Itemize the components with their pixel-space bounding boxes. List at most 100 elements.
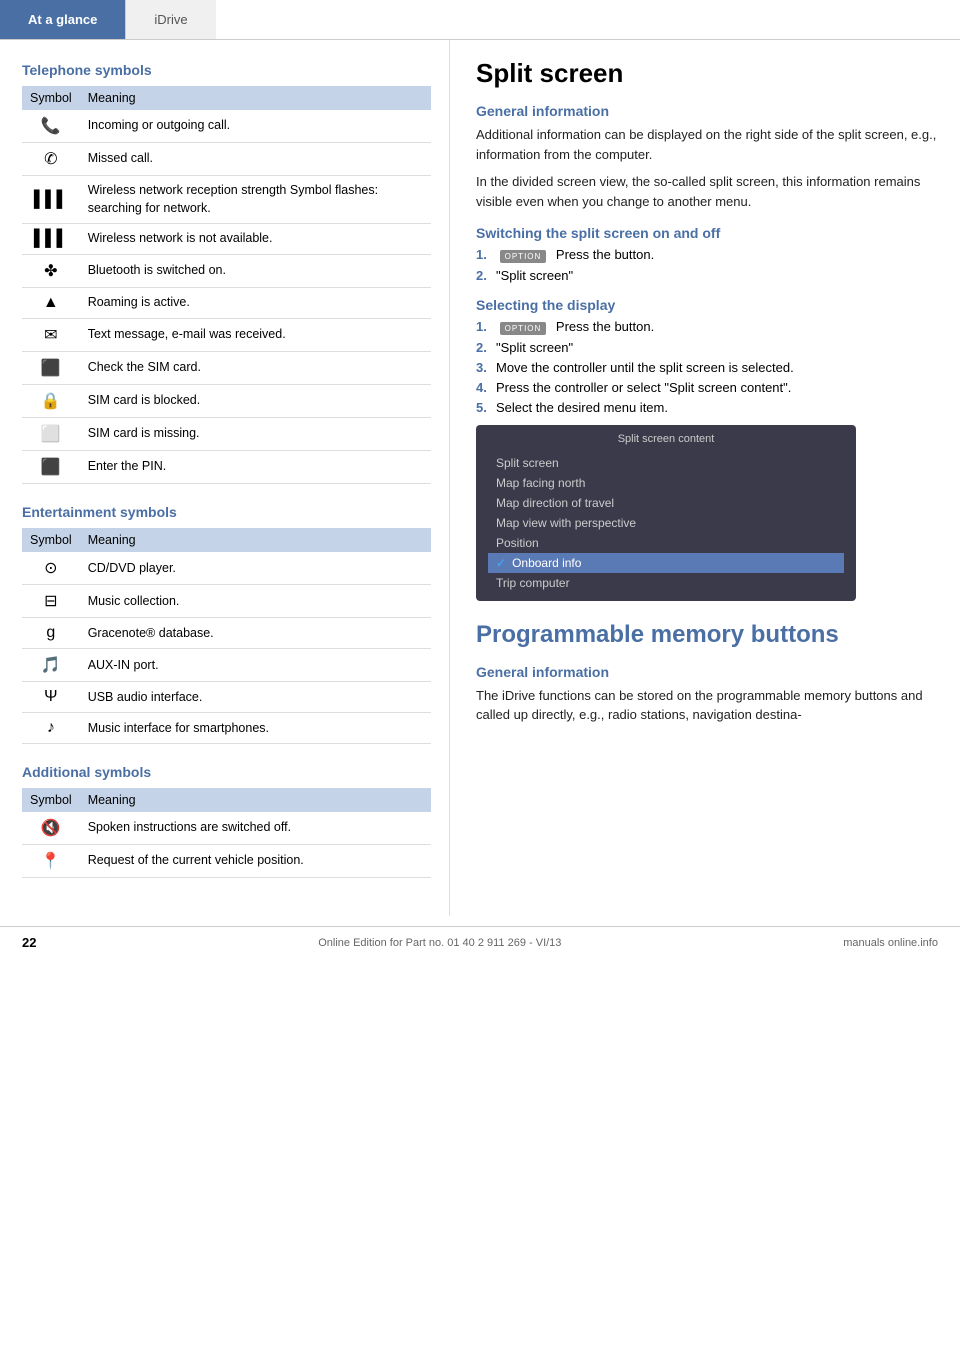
table-row: ⬜SIM card is missing.: [22, 418, 431, 451]
table-row: ⊟Music collection.: [22, 585, 431, 618]
symbol-cell: 📍: [22, 845, 80, 878]
screenshot-menu-item: Map direction of travel: [488, 493, 844, 513]
split-general-info-text2: In the divided screen view, the so-calle…: [476, 172, 938, 211]
meaning-cell: Music interface for smartphones.: [80, 713, 431, 744]
screenshot-menu-item: Position: [488, 533, 844, 553]
meaning-cell: Enter the PIN.: [80, 451, 431, 484]
tab-idrive[interactable]: iDrive: [125, 0, 215, 39]
split-general-info-title: General information: [476, 103, 938, 119]
screenshot-menu-item: Map facing north: [488, 473, 844, 493]
table-row: ▲Roaming is active.: [22, 288, 431, 319]
meaning-cell: Bluetooth is switched on.: [80, 255, 431, 288]
sel-step5-text: Select the desired menu item.: [496, 400, 668, 415]
table-row: 📞Incoming or outgoing call.: [22, 110, 431, 143]
symbol-cell: ♪: [22, 713, 80, 744]
footer: 22 Online Edition for Part no. 01 40 2 9…: [0, 926, 960, 958]
symbol-cell: ⊟: [22, 585, 80, 618]
symbol-cell: ✆: [22, 143, 80, 176]
table-row: ▌▌▌Wireless network reception strength S…: [22, 176, 431, 224]
meaning-cell: Check the SIM card.: [80, 352, 431, 385]
screenshot-menu-item: Split screen: [488, 453, 844, 473]
sel-step-3: 3. Move the controller until the split s…: [476, 360, 938, 375]
programmable-title: Programmable memory buttons: [476, 621, 938, 650]
symbol-cell: ⬜: [22, 418, 80, 451]
sel-step-2: 2. "Split screen": [476, 340, 938, 355]
table-row: ✉Text message, e-mail was received.: [22, 319, 431, 352]
switch-step1-text: Press the button.: [556, 247, 654, 262]
switching-steps: 1. OPTION Press the button. 2. "Split sc…: [476, 247, 938, 283]
sel-step3-text: Move the controller until the split scre…: [496, 360, 794, 375]
meaning-cell: CD/DVD player.: [80, 552, 431, 585]
symbol-cell: Ψ: [22, 682, 80, 713]
tab-at-a-glance[interactable]: At a glance: [0, 0, 125, 39]
meaning-cell: Wireless network is not available.: [80, 224, 431, 255]
ent-col-meaning: Meaning: [80, 528, 431, 552]
table-row: ΨUSB audio interface.: [22, 682, 431, 713]
screenshot-items: Split screenMap facing northMap directio…: [488, 453, 844, 593]
meaning-cell: SIM card is missing.: [80, 418, 431, 451]
split-general-info-text1: Additional information can be displayed …: [476, 125, 938, 164]
meaning-cell: AUX-IN port.: [80, 649, 431, 682]
meaning-cell: Wireless network reception strength Symb…: [80, 176, 431, 224]
switch-step-1: 1. OPTION Press the button.: [476, 247, 938, 263]
prog-general-info-text: The iDrive functions can be stored on th…: [476, 686, 938, 725]
tab-at-a-glance-label: At a glance: [28, 12, 97, 27]
symbol-cell: 📞: [22, 110, 80, 143]
add-col-meaning: Meaning: [80, 788, 431, 812]
left-column: Telephone symbols Symbol Meaning 📞Incomi…: [0, 40, 450, 916]
meaning-cell: Gracenote® database.: [80, 618, 431, 649]
sel-step2-text: "Split screen": [496, 340, 573, 355]
meaning-cell: Music collection.: [80, 585, 431, 618]
symbol-cell: 🔒: [22, 385, 80, 418]
sel-step4-text: Press the controller or select "Split sc…: [496, 380, 791, 395]
entertainment-symbols-table: Symbol Meaning ⊙CD/DVD player.⊟Music col…: [22, 528, 431, 744]
tel-col-meaning: Meaning: [80, 86, 431, 110]
sel-step-4: 4. Press the controller or select "Split…: [476, 380, 938, 395]
switching-title: Switching the split screen on and off: [476, 225, 938, 241]
screenshot-title: Split screen content: [488, 433, 844, 445]
symbol-cell: ⬛: [22, 352, 80, 385]
table-row: ▌▌▌Wireless network is not available.: [22, 224, 431, 255]
option-button-icon2: OPTION: [500, 322, 547, 335]
add-col-symbol: Symbol: [22, 788, 80, 812]
symbol-cell: ▲: [22, 288, 80, 319]
tel-col-symbol: Symbol: [22, 86, 80, 110]
prog-general-info-title: General information: [476, 664, 938, 680]
tab-idrive-label: iDrive: [154, 12, 187, 27]
symbol-cell: ▌▌▌: [22, 224, 80, 255]
screenshot-menu-item: Trip computer: [488, 573, 844, 593]
sel-step-1: 1. OPTION Press the button.: [476, 319, 938, 335]
main-content: Telephone symbols Symbol Meaning 📞Incomi…: [0, 40, 960, 916]
table-row: ✆Missed call.: [22, 143, 431, 176]
meaning-cell: Missed call.: [80, 143, 431, 176]
symbol-cell: ⬛: [22, 451, 80, 484]
meaning-cell: Request of the current vehicle position.: [80, 845, 431, 878]
telephone-section-title: Telephone symbols: [22, 62, 431, 78]
table-row: gGracenote® database.: [22, 618, 431, 649]
sel-step1-text: Press the button.: [556, 319, 654, 334]
symbol-cell: ⊙: [22, 552, 80, 585]
split-screen-screenshot: Split screen content Split screenMap fac…: [476, 425, 856, 601]
meaning-cell: Roaming is active.: [80, 288, 431, 319]
table-row: 🎵AUX-IN port.: [22, 649, 431, 682]
symbol-cell: 🎵: [22, 649, 80, 682]
screenshot-menu-item: Map view with perspective: [488, 513, 844, 533]
table-row: ⬛Check the SIM card.: [22, 352, 431, 385]
footer-domain: manuals online.info: [843, 937, 938, 949]
table-row: ♪Music interface for smartphones.: [22, 713, 431, 744]
meaning-cell: Spoken instructions are switched off.: [80, 812, 431, 845]
meaning-cell: USB audio interface.: [80, 682, 431, 713]
switch-step-2: 2. "Split screen": [476, 268, 938, 283]
table-row: ⬛Enter the PIN.: [22, 451, 431, 484]
split-screen-title: Split screen: [476, 58, 938, 89]
symbol-cell: ▌▌▌: [22, 176, 80, 224]
table-row: 🔒SIM card is blocked.: [22, 385, 431, 418]
meaning-cell: SIM card is blocked.: [80, 385, 431, 418]
ent-col-symbol: Symbol: [22, 528, 80, 552]
additional-symbols-table: Symbol Meaning 🔇Spoken instructions are …: [22, 788, 431, 878]
footer-copyright: Online Edition for Part no. 01 40 2 911 …: [318, 937, 561, 949]
selecting-steps: 1. OPTION Press the button. 2. "Split sc…: [476, 319, 938, 415]
page-number: 22: [22, 935, 36, 950]
additional-section-title: Additional symbols: [22, 764, 431, 780]
entertainment-section-title: Entertainment symbols: [22, 504, 431, 520]
